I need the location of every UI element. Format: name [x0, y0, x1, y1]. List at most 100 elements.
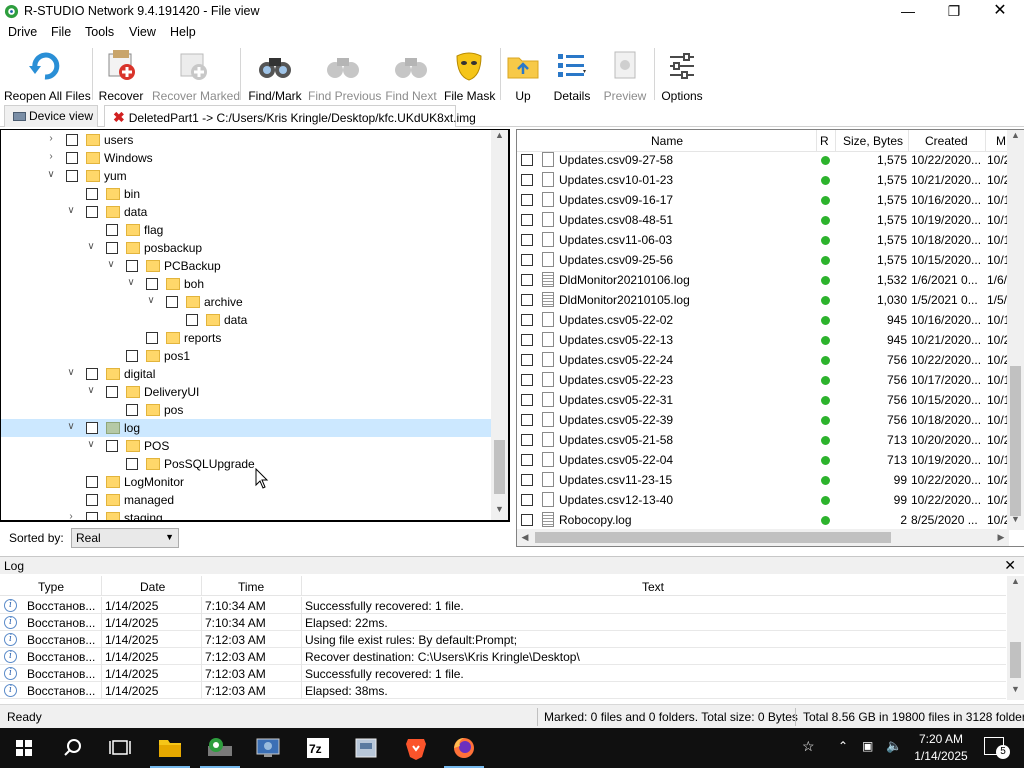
tree-node[interactable]: ∨ archive: [1, 293, 491, 311]
file-mask-button[interactable]: File Mask: [444, 48, 495, 103]
tree-node[interactable]: ∨ POS: [1, 437, 491, 455]
tree-node[interactable]: flag: [1, 221, 491, 239]
column-created[interactable]: Created: [925, 134, 968, 148]
scroll-thumb[interactable]: [1010, 642, 1021, 678]
file-checkbox[interactable]: [521, 234, 533, 246]
file-checkbox[interactable]: [521, 494, 533, 506]
tab-device-view[interactable]: Device view: [4, 105, 98, 127]
scroll-thumb[interactable]: [535, 532, 891, 543]
scroll-right-arrow-icon[interactable]: ▶: [993, 529, 1009, 546]
log-row[interactable]: i Восстанов... 1/14/2025 7:10:34 AM Elapsed:…: [0, 614, 1006, 631]
list-horizontal-scrollbar[interactable]: ◀ ▶: [517, 529, 1009, 546]
file-checkbox[interactable]: [521, 514, 533, 526]
file-row[interactable]: Updates.csv05-22-23 756 10/17/2020... 10/1: [517, 370, 1009, 390]
tree-checkbox[interactable]: [166, 296, 178, 308]
log-vertical-scrollbar[interactable]: ▲ ▼: [1007, 576, 1024, 700]
column-modified[interactable]: M: [996, 134, 1006, 148]
log-column-date[interactable]: Date: [140, 580, 165, 594]
list-vertical-scrollbar[interactable]: ▲ ▼: [1007, 130, 1024, 530]
file-checkbox[interactable]: [521, 394, 533, 406]
tree-node[interactable]: pos: [1, 401, 491, 419]
tree-node[interactable]: › Windows: [1, 149, 491, 167]
column-r[interactable]: R: [820, 134, 829, 148]
find-next-button[interactable]: Find Next: [384, 48, 438, 103]
scroll-down-arrow-icon[interactable]: ▼: [491, 504, 508, 520]
tree-vertical-scrollbar[interactable]: ▲ ▼: [491, 130, 508, 520]
file-row[interactable]: DldMonitor20210105.log 1,030 1/5/2021 0...…: [517, 290, 1009, 310]
file-list[interactable]: Name R Size, Bytes Created M Updates.csv…: [516, 129, 1024, 547]
find-previous-button[interactable]: Find Previous: [308, 48, 381, 103]
brave-icon[interactable]: [392, 728, 440, 768]
file-row[interactable]: Updates.csv09-16-17 1,575 10/16/2020... 10/…: [517, 190, 1009, 210]
tab-file-view[interactable]: ✖ DeletedPart1 -> C:/Users/Kris Kringle/D…: [104, 105, 476, 127]
tree-checkbox[interactable]: [66, 152, 78, 164]
firefox-icon[interactable]: [440, 728, 488, 768]
file-checkbox[interactable]: [521, 354, 533, 366]
folder-tree[interactable]: › users › Windows ∨ yum bin ∨ data flag ∨ posbackup…: [0, 129, 510, 522]
find-mark-button[interactable]: Find/Mark: [246, 48, 304, 103]
reopen-all-files-button[interactable]: Reopen All Files: [4, 48, 91, 103]
chevron-up-icon[interactable]: ⌃: [838, 739, 848, 753]
file-row[interactable]: Updates.csv12-13-40 99 10/22/2020... 10/2: [517, 490, 1009, 510]
file-row[interactable]: Updates.csv11-06-03 1,575 10/18/2020... 10/…: [517, 230, 1009, 250]
log-row[interactable]: i Восстанов... 1/14/2025 7:12:03 AM Recover …: [0, 648, 1006, 665]
tree-checkbox[interactable]: [86, 206, 98, 218]
people-icon[interactable]: ☆: [802, 738, 815, 755]
sort-dropdown[interactable]: Real ▼: [71, 528, 179, 548]
expand-chevron-down-icon[interactable]: ∨: [105, 258, 117, 272]
tab-close-icon[interactable]: ✖: [113, 109, 125, 125]
options-button[interactable]: Options: [660, 48, 704, 103]
close-log-icon[interactable]: ✕: [1004, 557, 1016, 574]
file-row[interactable]: Robocopy.log 2 8/25/2020 ... 10/2: [517, 510, 1009, 530]
expand-chevron-down-icon[interactable]: ∨: [145, 294, 157, 308]
expand-chevron-down-icon[interactable]: ∨: [85, 240, 97, 254]
tree-node[interactable]: ∨ posbackup: [1, 239, 491, 257]
disk-tool-icon[interactable]: [342, 728, 390, 768]
expand-chevron-down-icon[interactable]: ∨: [85, 384, 97, 398]
7zip-icon[interactable]: 7z: [294, 728, 342, 768]
scroll-thumb[interactable]: [494, 440, 505, 494]
file-checkbox[interactable]: [521, 334, 533, 346]
file-explorer-icon[interactable]: [146, 728, 194, 768]
log-row[interactable]: i Восстанов... 1/14/2025 7:12:03 AM Successf…: [0, 665, 1006, 682]
file-row[interactable]: Updates.csv09-25-56 1,575 10/15/2020... 10/…: [517, 250, 1009, 270]
tree-checkbox[interactable]: [86, 422, 98, 434]
tree-node[interactable]: PosSQLUpgrade: [1, 455, 491, 473]
tree-checkbox[interactable]: [106, 242, 118, 254]
tree-checkbox[interactable]: [106, 440, 118, 452]
log-row[interactable]: i Восстанов... 1/14/2025 7:12:03 AM Elapsed:…: [0, 682, 1006, 699]
tree-node[interactable]: ∨ data: [1, 203, 491, 221]
windows-start-icon[interactable]: [0, 728, 48, 768]
preview-button[interactable]: Preview: [602, 48, 648, 103]
tree-node[interactable]: data: [1, 311, 491, 329]
collapse-chevron-right-icon[interactable]: ›: [45, 132, 57, 146]
tree-checkbox[interactable]: [106, 224, 118, 236]
scroll-up-arrow-icon[interactable]: ▲: [1007, 130, 1024, 146]
tree-node[interactable]: pos1: [1, 347, 491, 365]
file-checkbox[interactable]: [521, 454, 533, 466]
file-checkbox[interactable]: [521, 274, 533, 286]
log-panel[interactable]: Type Date Time Text i Восстанов... 1/14/20…: [0, 576, 1024, 700]
recover-button[interactable]: Recover: [97, 48, 145, 103]
expand-chevron-down-icon[interactable]: ∨: [65, 420, 77, 434]
file-row[interactable]: DldMonitor20210106.log 1,532 1/6/2021 0...…: [517, 270, 1009, 290]
tree-checkbox[interactable]: [126, 350, 138, 362]
tree-node[interactable]: ∨ boh: [1, 275, 491, 293]
file-checkbox[interactable]: [521, 414, 533, 426]
file-row[interactable]: Updates.csv10-01-23 1,575 10/21/2020... 10/…: [517, 170, 1009, 190]
tree-checkbox[interactable]: [86, 368, 98, 380]
file-checkbox[interactable]: [521, 154, 533, 166]
tree-node[interactable]: LogMonitor: [1, 473, 491, 491]
file-checkbox[interactable]: [521, 254, 533, 266]
log-row[interactable]: i Восстанов... 1/14/2025 7:10:34 AM Successf…: [0, 597, 1006, 614]
expand-chevron-down-icon[interactable]: ∨: [125, 276, 137, 290]
tree-node[interactable]: ∨ yum: [1, 167, 491, 185]
file-checkbox[interactable]: [521, 294, 533, 306]
tree-node[interactable]: reports: [1, 329, 491, 347]
close-button[interactable]: ✕: [977, 0, 1023, 22]
expand-chevron-down-icon[interactable]: ∨: [45, 168, 57, 182]
tree-checkbox[interactable]: [86, 188, 98, 200]
menu-tools[interactable]: Tools: [85, 25, 114, 39]
maximize-button[interactable]: ❐: [931, 0, 977, 22]
log-column-text[interactable]: Text: [642, 580, 664, 594]
